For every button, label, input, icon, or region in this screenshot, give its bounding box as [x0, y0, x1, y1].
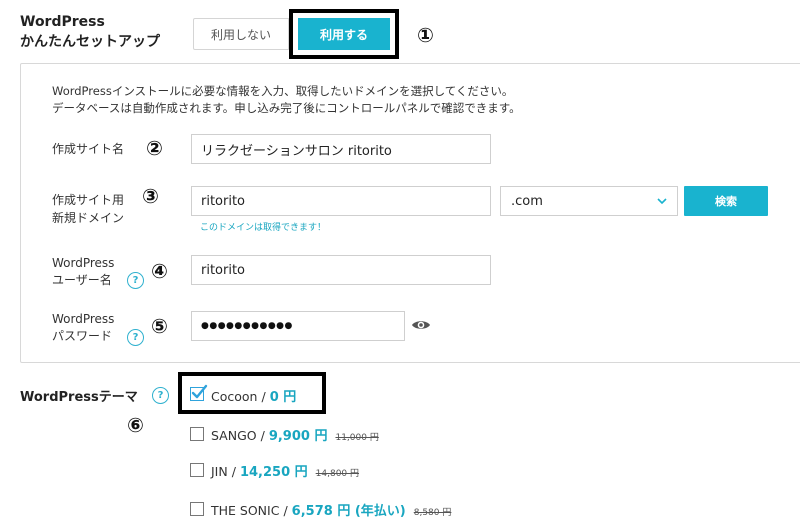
tld-selected-value: .com [511, 193, 543, 209]
theme-name: SANGO [211, 428, 257, 443]
password-label-line1: WordPress [52, 312, 115, 326]
theme-checkbox-cocoon[interactable] [190, 384, 208, 401]
intro-line-2: データベースは自動作成されます。申し込み完了後にコントロールパネルで確認できます… [52, 101, 521, 115]
setup-title: WordPress かんたんセットアップ [20, 12, 160, 52]
toggle-not-use-button[interactable]: 利用しない [193, 18, 289, 50]
theme-separator: / [261, 389, 266, 404]
theme-old-price: 14,800 円 [315, 469, 360, 479]
username-input[interactable]: ritorito [191, 255, 491, 285]
theme-separator: / [260, 428, 265, 443]
theme-price: 9,900 円 [268, 429, 328, 444]
theme-checkbox-sango[interactable] [190, 427, 204, 441]
theme-checkbox-jin[interactable] [190, 463, 204, 477]
password-input[interactable]: ●●●●●●●●●●● [191, 311, 405, 341]
theme-price: 0 円 [269, 390, 297, 405]
setup-title-line2: かんたんセットアップ [20, 34, 160, 50]
theme-old-price: 11,000 円 [335, 433, 379, 443]
theme-item-the-sonic[interactable]: THE SONIC / 6,578 円 (年払い) 8,580 円 [211, 500, 451, 519]
highlight-box-1 [289, 9, 399, 59]
theme-name: JIN [211, 464, 228, 479]
chevron-down-icon [657, 198, 667, 205]
password-label-line2: パスワード [52, 329, 113, 343]
domain-input[interactable]: ritorito [191, 186, 491, 216]
theme-name: THE SONIC [211, 503, 280, 518]
intro-line-1: WordPressインストールに必要な情報を入力、取得したいドメインを選択してく… [52, 84, 514, 98]
tld-select[interactable]: .com [500, 186, 678, 216]
marker-5: ⑤ [151, 314, 168, 338]
site-name-label: 作成サイト名 [52, 142, 125, 156]
marker-6: ⑥ [127, 413, 144, 437]
marker-4: ④ [151, 259, 168, 283]
theme-name: Cocoon [211, 389, 258, 404]
site-name-input[interactable]: リラクゼーションサロン ritorito [191, 134, 491, 164]
marker-1: ① [417, 23, 434, 47]
username-label-line2: ユーザー名 [52, 273, 112, 287]
theme-item-cocoon[interactable]: Cocoon / 0 円 [211, 386, 296, 405]
theme-item-jin[interactable]: JIN / 14,250 円 14,800 円 [211, 461, 359, 480]
domain-label-line2: 新規ドメイン [52, 211, 125, 225]
theme-old-price: 8,580 円 [413, 508, 452, 518]
help-icon[interactable]: ? [127, 329, 144, 346]
help-icon[interactable]: ? [152, 387, 169, 404]
theme-price: 6,578 円 (年払い) [291, 504, 406, 519]
domain-availability-text: このドメインは取得できます！ [200, 223, 327, 233]
help-icon[interactable]: ? [127, 272, 144, 289]
marker-3: ③ [142, 184, 159, 208]
checkmark-icon [191, 384, 208, 399]
eye-icon[interactable] [411, 318, 431, 332]
theme-separator: / [283, 503, 288, 518]
setup-title-line1: WordPress [20, 14, 105, 30]
theme-label: WordPressテーマ [20, 390, 138, 405]
domain-label-line1: 作成サイト用 [52, 193, 125, 207]
username-label-line1: WordPress [52, 256, 115, 270]
theme-item-sango[interactable]: SANGO / 9,900 円 11,000 円 [211, 425, 379, 444]
theme-separator: / [231, 464, 236, 479]
domain-search-button[interactable]: 検索 [684, 186, 768, 216]
theme-checkbox-the-sonic[interactable] [190, 502, 204, 516]
theme-price: 14,250 円 [239, 465, 308, 480]
marker-2: ② [146, 136, 163, 160]
